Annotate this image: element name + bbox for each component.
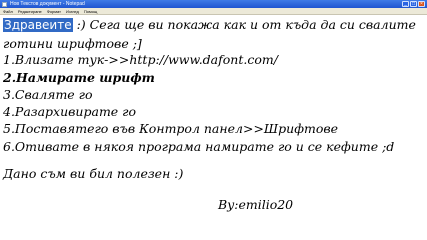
text-line-2: готини шрифтове ;]: [3, 36, 142, 51]
menu-edit[interactable]: Редактиране: [18, 9, 42, 14]
text-editor-area[interactable]: Здравеите :) Сега ще ви покажа как и от …: [0, 16, 427, 240]
step-2: 2.Намирате шрифт: [3, 70, 155, 85]
menu-help[interactable]: Помощ: [84, 9, 97, 14]
step-1: 1.Влизате тук->>http://www.dafont.com/: [3, 52, 278, 67]
selected-text[interactable]: Здравеите: [3, 18, 73, 32]
closing-line: Дано съм ви бил полезен :): [3, 166, 184, 181]
step-5: 5.Поставятего във Контрол панел>>Шрифтов…: [3, 121, 339, 136]
text-line-1-rest: :) Сега ще ви покажа как и от къда да си…: [76, 17, 416, 32]
window-controls: _ □ ×: [402, 1, 425, 7]
notepad-icon: [2, 1, 7, 7]
step-6: 6.Отивате в някоя програма намирате го и…: [3, 139, 395, 154]
menu-view[interactable]: Изглед: [66, 9, 79, 14]
close-button[interactable]: ×: [418, 1, 425, 7]
step-4: 4.Разархивирате го: [3, 104, 137, 119]
signature: By:emilio20: [218, 197, 294, 212]
window-title: Нов Текстов документ - Notepad: [10, 1, 85, 7]
text-line-1: Здравеите :) Сега ще ви покажа как и от …: [3, 18, 416, 32]
menu-bar: Файл Редактиране Формат Изглед Помощ: [0, 8, 427, 15]
step-3: 3.Сваляте го: [3, 87, 93, 102]
menu-format[interactable]: Формат: [47, 9, 61, 14]
maximize-button[interactable]: □: [410, 1, 417, 7]
window-titlebar[interactable]: Нов Текстов документ - Notepad _ □ ×: [0, 0, 427, 8]
menu-file[interactable]: Файл: [3, 9, 13, 14]
minimize-button[interactable]: _: [402, 1, 409, 7]
